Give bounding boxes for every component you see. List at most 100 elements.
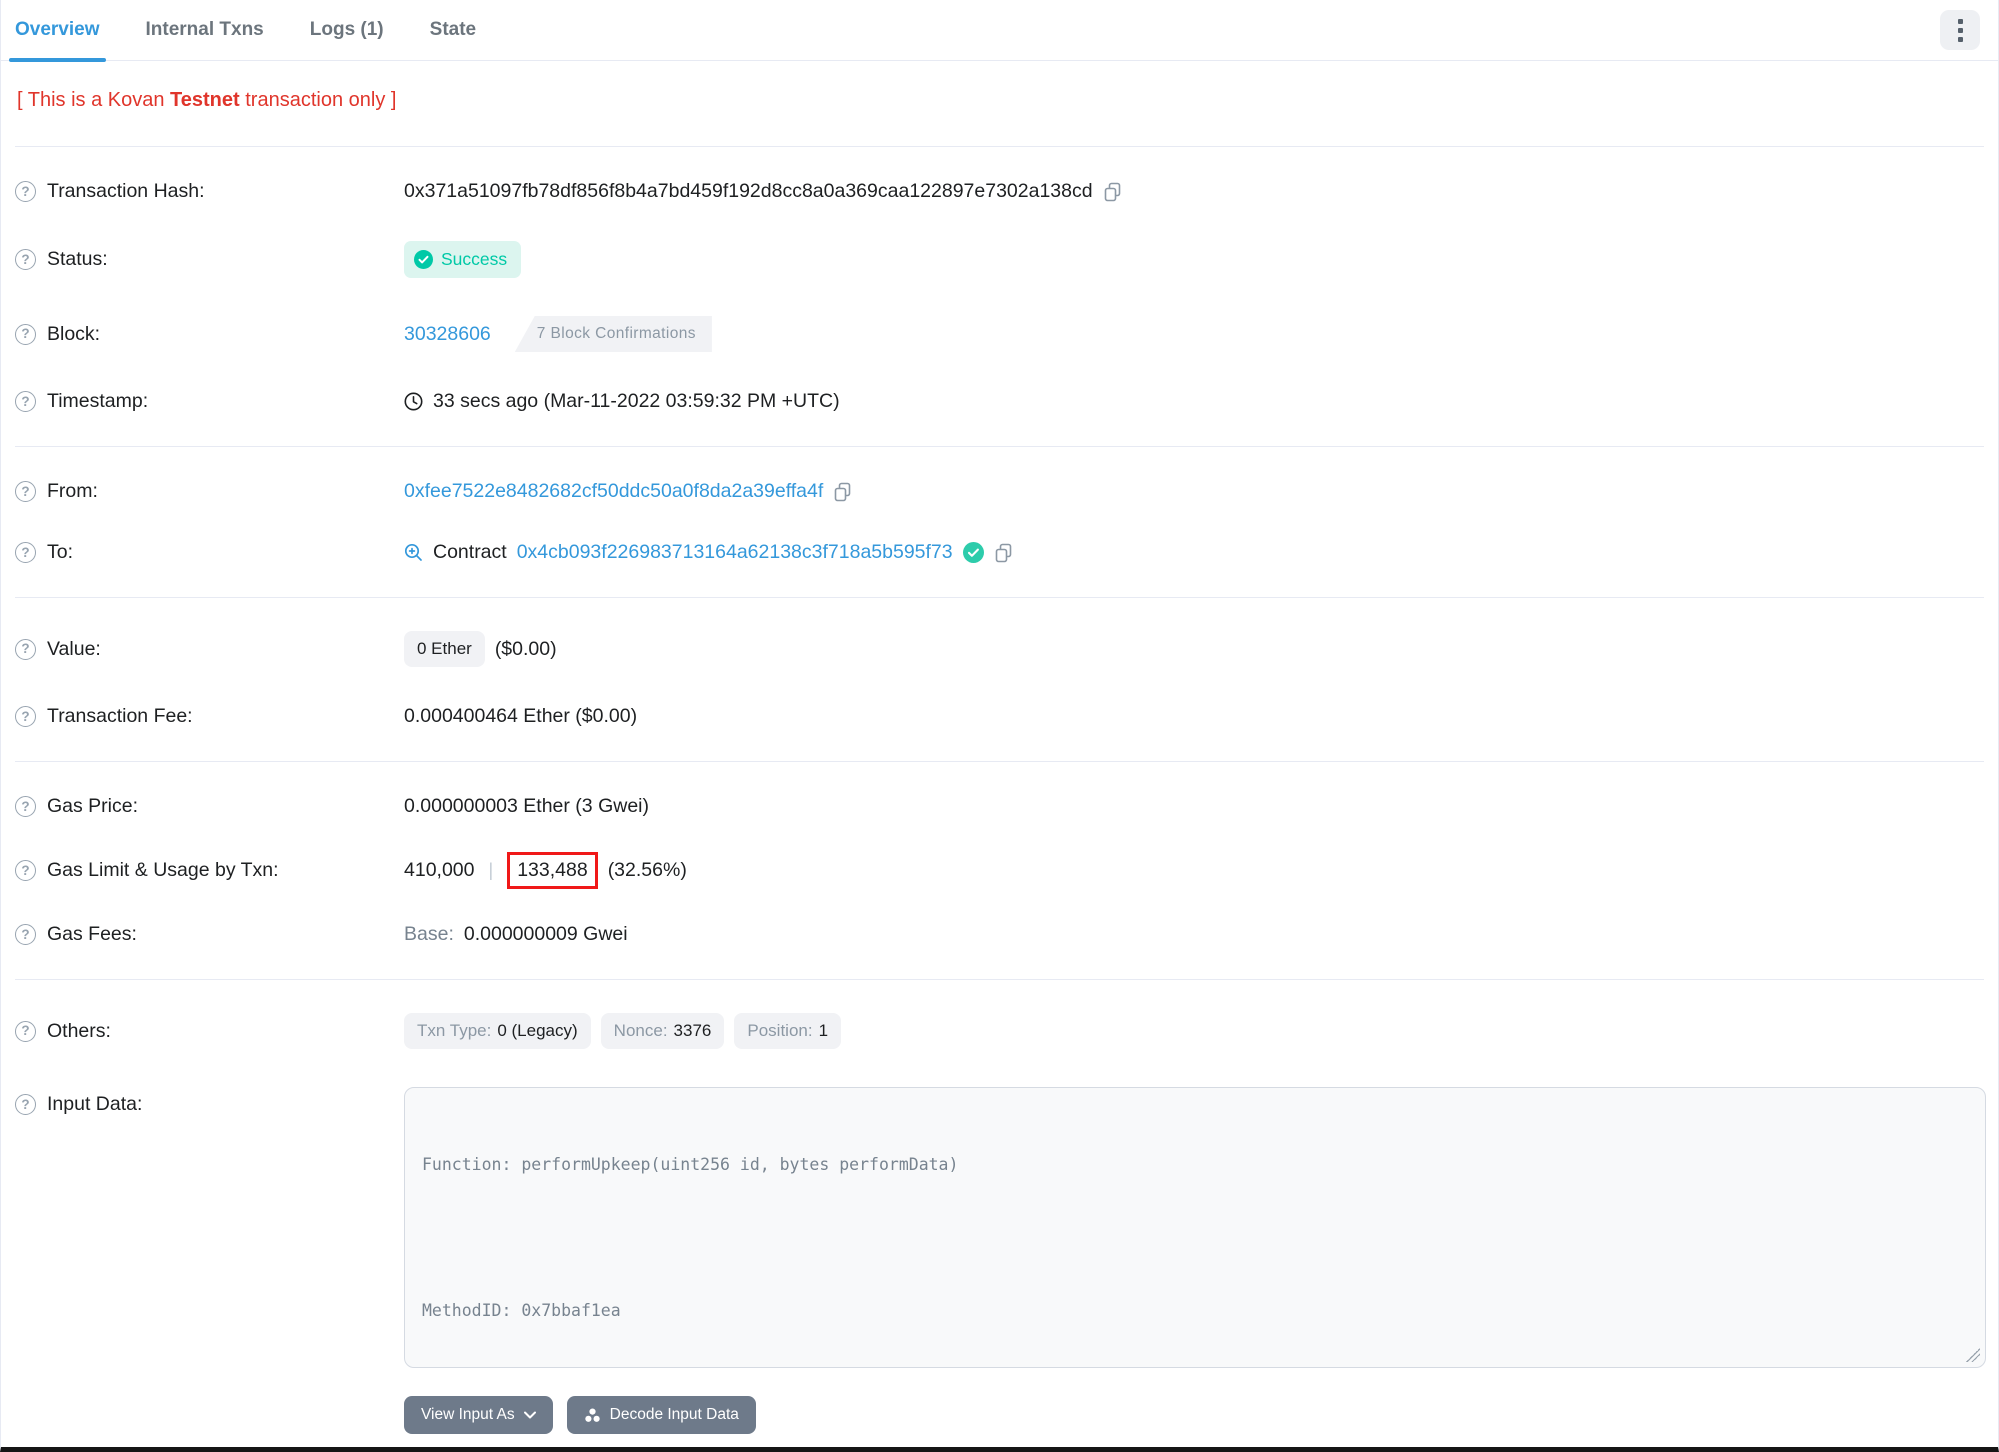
- gas-fees-label: Gas Fees:: [47, 923, 137, 945]
- nonce-value: 3376: [673, 1021, 712, 1040]
- divider: [15, 597, 1984, 598]
- decode-input-data-label: Decode Input Data: [609, 1406, 739, 1423]
- status-text: Success: [441, 249, 508, 269]
- input-data-buttons: View Input As Decode Input Data: [404, 1396, 756, 1434]
- value-usd: ($0.00): [494, 637, 557, 660]
- to-address-link[interactable]: 0x4cb093f226983713164a62138c3f718a5b595f…: [517, 541, 953, 564]
- others-label: Others:: [47, 1019, 111, 1042]
- decode-input-data-button[interactable]: Decode Input Data: [566, 1396, 756, 1434]
- tab-internal-txns[interactable]: Internal Txns: [146, 0, 264, 61]
- row-gas-fees: ? Gas Fees: Base: 0.000000009 Gwei: [15, 904, 1984, 965]
- row-transaction-hash: ? Transaction Hash: 0x371a51097fb78df856…: [15, 161, 1984, 222]
- gas-limit-label: Gas Limit & Usage by Txn:: [47, 859, 279, 881]
- chevron-down-icon: [523, 1411, 536, 1419]
- notice-post: transaction only ]: [239, 89, 397, 111]
- input-data-label: Input Data:: [47, 1093, 143, 1115]
- help-icon[interactable]: ?: [15, 924, 36, 945]
- row-input-data: ? Input Data: Function: performUpkeep(ui…: [15, 1068, 1986, 1447]
- decode-icon: [584, 1408, 600, 1422]
- view-input-as-label: View Input As: [421, 1406, 515, 1423]
- verified-check-icon: [962, 542, 984, 563]
- kebab-icon: [1957, 18, 1963, 42]
- copy-icon[interactable]: [833, 482, 853, 502]
- divider: [15, 446, 1984, 447]
- input-function-line: Function: performUpkeep(uint256 id, byte…: [422, 1154, 959, 1174]
- more-options-button[interactable]: [1940, 10, 1980, 50]
- divider: [15, 761, 1984, 762]
- gas-used-annotation-box: 133,488: [507, 852, 598, 889]
- row-block: ? Block: 30328606 7 Block Confirmations: [15, 297, 1984, 371]
- gas-limit-value: 410,000: [404, 859, 475, 881]
- resize-handle[interactable]: [1966, 1348, 1980, 1362]
- status-badge: Success: [404, 241, 522, 278]
- timestamp-label: Timestamp:: [47, 390, 149, 412]
- help-icon[interactable]: ?: [15, 638, 36, 660]
- gas-base-value: 0.000000009 Gwei: [463, 923, 628, 945]
- timestamp-value: 33 secs ago (Mar-11-2022 03:59:32 PM +UT…: [433, 390, 840, 412]
- help-icon[interactable]: ?: [15, 1020, 36, 1042]
- nonce-label: Nonce:: [613, 1021, 668, 1040]
- section-addresses: ? From: 0xfee7522e8482682cf50ddc50a0f8da…: [1, 455, 1998, 589]
- value-label: Value:: [47, 637, 101, 660]
- to-contract-word: Contract: [433, 541, 507, 563]
- input-blank-line: [422, 1226, 1985, 1250]
- row-value: ? Value: 0 Ether ($0.00): [15, 612, 1984, 686]
- help-icon[interactable]: ?: [15, 481, 36, 502]
- row-status: ? Status: Success: [15, 222, 1984, 297]
- input-methodid-line: MethodID: 0x7bbaf1ea: [422, 1301, 621, 1321]
- notice-bold: Testnet: [170, 89, 240, 111]
- section-others-input: ? Others: Txn Type: 0 (Legacy) Nonce: 33…: [1, 988, 1998, 1447]
- txn-type-value: 0 (Legacy): [497, 1021, 578, 1040]
- position-badge: Position: 1: [734, 1013, 842, 1049]
- transaction-detail-page: Overview Internal Txns Logs (1) State [ …: [0, 0, 1999, 1452]
- to-label: To:: [47, 541, 74, 563]
- view-input-as-button[interactable]: View Input As: [404, 1396, 553, 1434]
- copy-icon[interactable]: [994, 543, 1014, 563]
- block-number-link[interactable]: 30328606: [404, 323, 491, 346]
- clock-icon: [404, 392, 423, 411]
- row-timestamp: ? Timestamp: 33 secs ago (Mar-11-2022 03…: [15, 371, 1984, 432]
- help-icon[interactable]: ?: [15, 181, 36, 202]
- tab-state[interactable]: State: [430, 0, 476, 61]
- tab-bar: Overview Internal Txns Logs (1) State: [1, 0, 1998, 62]
- gas-base-label: Base:: [404, 923, 454, 945]
- section-value: ? Value: 0 Ether ($0.00) ? Transaction F…: [1, 606, 1998, 753]
- gas-used-percent: (32.56%): [607, 859, 687, 881]
- row-transaction-fee: ? Transaction Fee: 0.000400464 Ether ($0…: [15, 686, 1984, 747]
- magnifier-plus-icon[interactable]: [404, 543, 423, 562]
- input-data-textarea[interactable]: Function: performUpkeep(uint256 id, byte…: [404, 1087, 1986, 1368]
- txn-type-badge: Txn Type: 0 (Legacy): [404, 1013, 591, 1049]
- help-icon[interactable]: ?: [15, 796, 36, 817]
- notice-pre: [ This is a Kovan: [17, 89, 171, 111]
- section-gas: ? Gas Price: 0.000000003 Ether (3 Gwei) …: [1, 770, 1998, 971]
- gas-price-label: Gas Price:: [47, 795, 139, 817]
- transaction-hash-value: 0x371a51097fb78df856f8b4a7bd459f192d8cc8…: [404, 180, 1093, 202]
- transaction-fee-label: Transaction Fee:: [47, 705, 193, 727]
- block-label: Block:: [47, 322, 101, 345]
- copy-icon[interactable]: [1103, 182, 1123, 202]
- tab-logs[interactable]: Logs (1): [310, 0, 384, 61]
- testnet-notice: [ This is a Kovan Testnet transaction on…: [1, 61, 1998, 138]
- help-icon[interactable]: ?: [15, 391, 36, 412]
- from-address-link[interactable]: 0xfee7522e8482682cf50ddc50a0f8da2a39effa…: [404, 480, 823, 503]
- gas-used-value: 133,488: [517, 859, 588, 881]
- divider: [15, 979, 1984, 980]
- help-icon[interactable]: ?: [15, 1094, 36, 1115]
- tab-overview[interactable]: Overview: [9, 0, 105, 62]
- check-circle-icon: [414, 250, 433, 269]
- row-gas-limit-usage: ? Gas Limit & Usage by Txn: 410,000 | 13…: [15, 837, 1984, 904]
- help-icon[interactable]: ?: [15, 323, 36, 345]
- transaction-hash-label: Transaction Hash:: [47, 180, 205, 202]
- help-icon[interactable]: ?: [15, 249, 36, 270]
- txn-type-label: Txn Type:: [417, 1021, 492, 1040]
- help-icon[interactable]: ?: [15, 860, 36, 881]
- help-icon[interactable]: ?: [15, 706, 36, 727]
- from-label: From:: [47, 480, 98, 502]
- section-overview-top: ? Transaction Hash: 0x371a51097fb78df856…: [1, 155, 1998, 438]
- block-confirmations-badge: 7 Block Confirmations: [514, 316, 712, 352]
- row-others: ? Others: Txn Type: 0 (Legacy) Nonce: 33…: [15, 994, 1984, 1068]
- help-icon[interactable]: ?: [15, 542, 36, 563]
- value-ether-badge: 0 Ether: [404, 631, 485, 667]
- row-from: ? From: 0xfee7522e8482682cf50ddc50a0f8da…: [15, 461, 1984, 522]
- status-label: Status:: [47, 248, 108, 270]
